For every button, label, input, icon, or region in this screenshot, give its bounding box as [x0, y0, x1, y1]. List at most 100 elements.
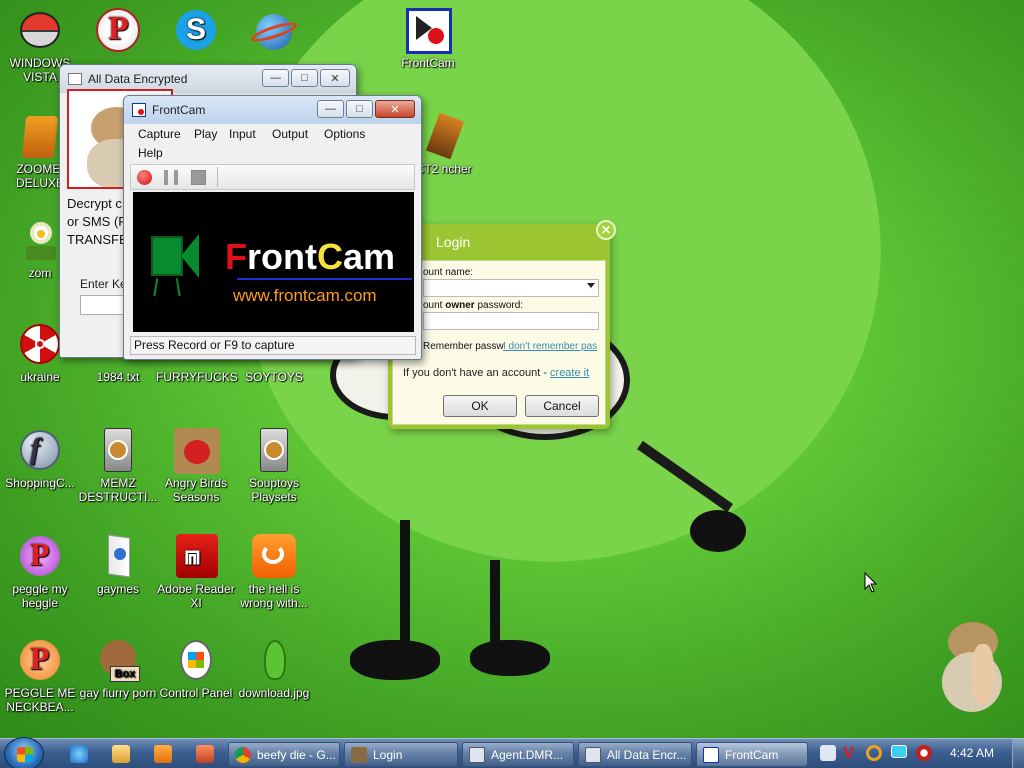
camera-lens-icon	[181, 234, 199, 278]
no-account-text: If you don't have an account - create it	[403, 367, 590, 379]
start-button[interactable]	[4, 737, 44, 768]
logo-underline	[237, 278, 412, 280]
chrome-icon	[235, 746, 251, 763]
desktop-icon-download-jpg[interactable]: download.jpg	[234, 636, 314, 700]
desktop-icon-peggle[interactable]: P	[78, 6, 158, 56]
menu-capture[interactable]: Capture	[138, 127, 181, 141]
image-file-icon	[250, 636, 298, 684]
account-name-label: ount name:	[423, 267, 474, 278]
toolbar-separator	[217, 167, 218, 187]
frontcam-icon	[404, 6, 452, 54]
maximize-button[interactable]: □	[291, 69, 318, 87]
desktop-icon-frontcam[interactable]: FrontCam	[388, 6, 468, 70]
ransom-text-line: Decrypt c	[67, 196, 122, 211]
close-icon[interactable]: ✕	[596, 220, 616, 240]
plant-icon	[16, 216, 64, 264]
title-bar[interactable]: FrontCam — □ ✕	[124, 96, 421, 124]
taskbar-button-all-data-encrypted[interactable]: All Data Encr...	[578, 742, 692, 767]
tray-search-icon[interactable]	[866, 745, 882, 761]
angry-birds-icon	[172, 426, 220, 474]
menu-input[interactable]: Input	[229, 127, 256, 141]
internet-explorer-icon[interactable]	[70, 745, 88, 763]
tray-v-icon[interactable]: V	[843, 743, 854, 763]
window-icon	[68, 73, 82, 85]
skype-icon: S	[172, 6, 220, 54]
desktop-icon-skype[interactable]: S	[156, 6, 236, 56]
minimize-button[interactable]: —	[262, 69, 289, 87]
tray-display-icon[interactable]	[891, 745, 907, 758]
menu-bar: Capture Play Input Output Options Help	[130, 124, 415, 162]
login-title: Login	[436, 234, 471, 250]
create-account-link[interactable]: create it	[550, 367, 589, 379]
menu-help[interactable]: Help	[138, 146, 163, 160]
desktop-pet-hamster	[942, 622, 1008, 712]
owner-password-field[interactable]	[423, 312, 599, 330]
frontcam-icon	[132, 103, 146, 117]
bonzi-box-icon: Box	[94, 636, 142, 684]
mouse-cursor-icon	[864, 572, 878, 593]
record-button[interactable]	[137, 170, 152, 185]
radiation-icon	[16, 320, 64, 368]
toolbar	[130, 164, 415, 190]
menu-options[interactable]: Options	[324, 127, 365, 141]
tray-volume-icon[interactable]	[916, 745, 932, 761]
desktop-icon-adobe-reader[interactable]: ⩎ Adobe Reader XI	[156, 532, 236, 610]
clock[interactable]: 4:42 AM	[950, 746, 994, 760]
desktop-icon-shoppingc[interactable]: f ShoppingC...	[0, 426, 80, 490]
stop-button[interactable]	[191, 170, 206, 185]
close-button[interactable]: ✕	[320, 69, 350, 87]
forgot-password-link[interactable]: I don't remember pas	[503, 341, 597, 352]
close-button[interactable]: ✕	[375, 100, 415, 118]
show-desktop-button[interactable]	[1012, 739, 1024, 768]
camera-stand-icon	[153, 278, 181, 296]
frontcam-icon	[703, 746, 719, 763]
taskbar: beefy die - G... Login Agent.DMR... All …	[0, 737, 1024, 768]
cancel-button[interactable]: Cancel	[525, 395, 599, 417]
uc-browser-icon	[250, 532, 298, 580]
desktop-icon-globe-app[interactable]	[234, 6, 314, 56]
window-icon	[469, 746, 485, 763]
menu-output[interactable]: Output	[272, 127, 308, 141]
flash-icon: f	[16, 426, 64, 474]
folder-icon[interactable]	[112, 745, 130, 763]
pause-button[interactable]	[164, 170, 178, 185]
desktop-icon-peggle-my-heggle[interactable]: P peggle my heggle	[0, 532, 80, 610]
desktop-icon-gay-fiurry-porn[interactable]: Box gay fiurry porn	[78, 636, 158, 700]
frontcam-logo-text: FrontCam	[225, 236, 396, 277]
games-folder-icon	[94, 532, 142, 580]
taskbar-button-frontcam[interactable]: FrontCam	[696, 742, 808, 767]
camera-logo-icon	[151, 236, 183, 276]
desktop-icon-souptoys[interactable]: Souptoys Playsets	[234, 426, 314, 504]
frontcam-window[interactable]: FrontCam — □ ✕ Capture Play Input Output…	[123, 95, 422, 360]
adobe-reader-icon: ⩎	[172, 532, 220, 580]
maximize-button[interactable]: □	[346, 100, 373, 118]
taskbar-button-chrome[interactable]: beefy die - G...	[228, 742, 340, 767]
key-label: Enter Ke	[80, 277, 127, 291]
video-preview: FrontCam www.frontcam.com	[133, 192, 414, 332]
owner-password-label: ount owner password:	[423, 300, 524, 311]
account-name-dropdown[interactable]	[423, 279, 599, 297]
desktop-icon-memz[interactable]: MEMZ DESTRUCTI...	[78, 426, 158, 504]
ransom-text-line: TRANSFE	[67, 232, 128, 247]
remember-password-label[interactable]: Remember passw	[423, 341, 504, 352]
taskbar-button-login[interactable]: Login	[344, 742, 458, 767]
ransom-text-line: or SMS (F	[67, 214, 127, 229]
media-player-icon[interactable]	[154, 745, 172, 763]
desktop-icon-peggle-me-neckbea[interactable]: P PEGGLE ME NECKBEA...	[0, 636, 80, 714]
peggle-icon: P	[16, 636, 64, 684]
chevron-down-icon	[587, 283, 595, 288]
minimize-button[interactable]: —	[317, 100, 344, 118]
ok-button[interactable]: OK	[443, 395, 517, 417]
desktop-icon-control-panel[interactable]: Control Panel	[156, 636, 236, 700]
desktop-icon-angry-birds[interactable]: Angry Birds Seasons	[156, 426, 236, 504]
taskbar-button-agent[interactable]: Agent.DMR...	[462, 742, 574, 767]
desktop-icon-the-hell-is-wrong[interactable]: the hell is wrong with...	[234, 532, 314, 610]
globe-app-icon	[249, 6, 299, 54]
windows-logo-icon	[17, 747, 33, 762]
zoombinis-icon	[16, 112, 64, 160]
app-launcher-icon[interactable]	[196, 745, 214, 763]
status-bar: Press Record or F9 to capture	[130, 336, 416, 355]
menu-play[interactable]: Play	[194, 127, 217, 141]
desktop-icon-gaymes[interactable]: gaymes	[78, 532, 158, 596]
tray-network-icon[interactable]	[820, 745, 836, 761]
